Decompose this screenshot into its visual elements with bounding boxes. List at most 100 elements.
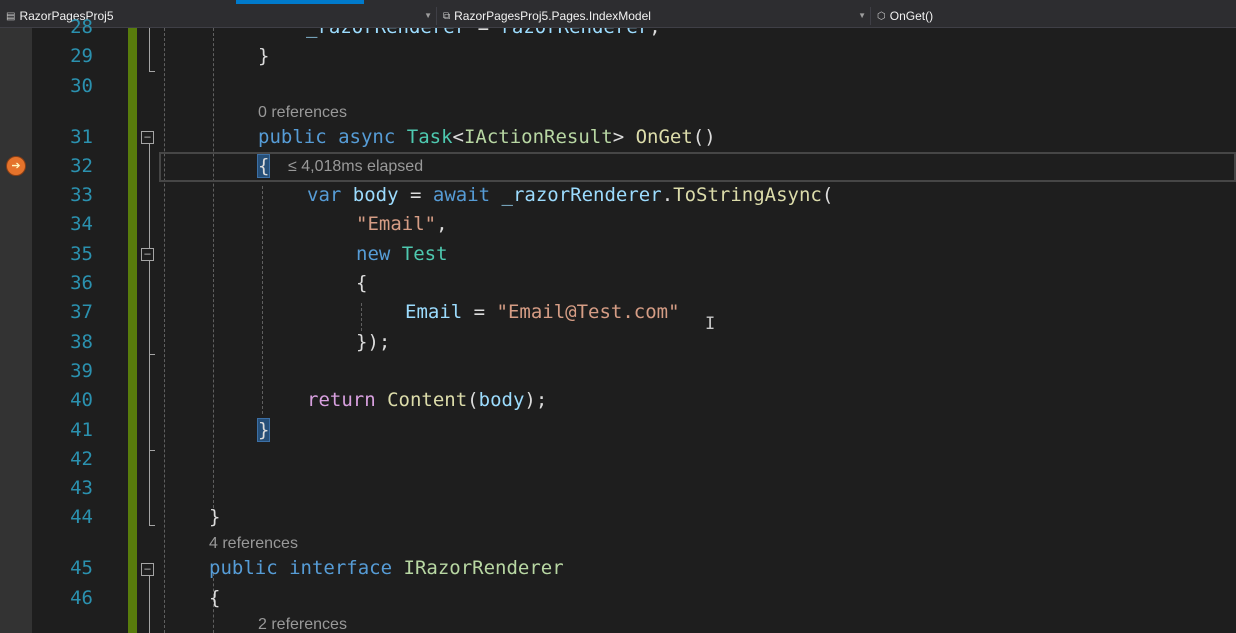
code-token: OnGet bbox=[635, 126, 693, 148]
code-editor[interactable]: _razorRenderer = razorRenderer; } 0 refe… bbox=[157, 28, 1236, 633]
outline-tick bbox=[149, 525, 155, 526]
brace-match-highlight: { bbox=[256, 154, 271, 178]
code-token: IActionResult bbox=[463, 126, 613, 148]
line-number: 35 bbox=[70, 243, 93, 265]
line-number: 33 bbox=[70, 184, 93, 206]
indent-guide bbox=[213, 28, 214, 508]
line-number: 39 bbox=[70, 360, 93, 382]
code-token: Task bbox=[406, 126, 453, 148]
code-token: = bbox=[398, 184, 433, 206]
codelens-references[interactable]: 4 references bbox=[209, 535, 298, 553]
code-token: > bbox=[612, 126, 625, 148]
line-number: 38 bbox=[70, 331, 93, 353]
indicator-margin[interactable] bbox=[0, 28, 32, 633]
line-number: 29 bbox=[70, 45, 93, 67]
line-number: 31 bbox=[70, 126, 93, 148]
chevron-down-icon: ▼ bbox=[424, 11, 432, 20]
line-number: 34 bbox=[70, 213, 93, 235]
outline-line bbox=[149, 144, 150, 450]
code-token: ; bbox=[649, 28, 660, 38]
collapse-toggle-icon[interactable]: − bbox=[141, 563, 154, 576]
code-line-46: { bbox=[209, 587, 221, 609]
method-icon: ⬡ bbox=[877, 10, 886, 22]
code-token: ToStringAsync bbox=[673, 184, 822, 206]
code-token: () bbox=[692, 126, 716, 148]
code-token: ( bbox=[467, 389, 479, 411]
code-token: "Email" bbox=[356, 213, 437, 235]
code-token: new bbox=[356, 243, 391, 265]
line-number: 30 bbox=[70, 75, 93, 97]
code-token: = bbox=[466, 28, 500, 38]
code-token: public bbox=[258, 126, 327, 148]
codelens-references[interactable]: 0 references bbox=[258, 104, 347, 122]
code-line-35: new Test bbox=[356, 244, 448, 264]
code-token: Email bbox=[405, 301, 463, 323]
line-number: 36 bbox=[70, 272, 93, 294]
type-dropdown-label: RazorPagesProj5.Pages.IndexModel bbox=[454, 9, 651, 23]
line-number: 42 bbox=[70, 448, 93, 470]
code-line-34: "Email", bbox=[356, 214, 448, 234]
code-token: public bbox=[209, 557, 278, 579]
code-token: Content bbox=[387, 389, 468, 411]
code-token: Test bbox=[401, 243, 448, 265]
code-token: async bbox=[338, 126, 396, 148]
code-token: . bbox=[661, 184, 674, 206]
code-token: ( bbox=[821, 184, 834, 206]
codelens-references[interactable]: 2 references bbox=[258, 616, 347, 633]
member-dropdown[interactable]: ⬡ OnGet() bbox=[871, 5, 1236, 27]
code-line-44: } bbox=[209, 506, 221, 528]
code-token: body bbox=[478, 389, 525, 411]
code-line-41: } bbox=[256, 418, 271, 442]
code-line-38: }); bbox=[356, 331, 391, 353]
code-token: await bbox=[432, 184, 491, 206]
collapse-toggle-icon[interactable]: − bbox=[141, 248, 154, 261]
code-line-36: { bbox=[356, 272, 368, 294]
code-token: interface bbox=[289, 557, 393, 579]
code-token: var bbox=[307, 184, 342, 206]
line-numbers: 28 29 30 31 32 33 34 35 36 37 38 39 40 4… bbox=[32, 17, 128, 633]
code-line-29: } bbox=[258, 45, 270, 67]
line-number: 40 bbox=[70, 389, 93, 411]
code-line-28: _razorRenderer = razorRenderer; bbox=[306, 28, 661, 37]
code-token: razorRenderer bbox=[500, 28, 649, 38]
line-number: 44 bbox=[70, 506, 93, 528]
code-token: body bbox=[352, 184, 399, 206]
line-number: 43 bbox=[70, 477, 93, 499]
line-number: 46 bbox=[70, 587, 93, 609]
indent-guide bbox=[262, 186, 263, 414]
code-token: IRazorRenderer bbox=[403, 557, 564, 579]
member-dropdown-label: OnGet() bbox=[889, 9, 934, 23]
text-cursor-icon: I bbox=[705, 314, 716, 334]
indent-guide bbox=[164, 28, 165, 633]
active-tab-indicator bbox=[236, 0, 364, 4]
perftip[interactable]: ≤ 4,018ms elapsed bbox=[288, 158, 423, 176]
code-token: "Email@Test.com" bbox=[496, 301, 680, 323]
code-token: < bbox=[452, 126, 464, 148]
code-line-37: Email = "Email@Test.com" bbox=[405, 302, 680, 322]
code-token: return bbox=[307, 389, 376, 411]
outline-tick bbox=[149, 354, 155, 355]
outline-line bbox=[149, 576, 150, 633]
brace-match-highlight: } bbox=[256, 418, 271, 442]
code-line-45: public interface IRazorRenderer bbox=[209, 558, 564, 578]
outline-tick bbox=[149, 71, 155, 72]
collapse-toggle-icon[interactable]: − bbox=[141, 131, 154, 144]
code-token: = bbox=[462, 301, 497, 323]
line-number: 37 bbox=[70, 301, 93, 323]
line-number: 28 bbox=[70, 16, 93, 38]
code-token: ); bbox=[524, 389, 548, 411]
code-line-31: public async Task<IActionResult> OnGet() bbox=[258, 127, 716, 147]
code-line-33: var body = await _razorRenderer.ToString… bbox=[307, 185, 833, 205]
line-number: 41 bbox=[70, 419, 93, 441]
chevron-down-icon: ▼ bbox=[858, 11, 866, 20]
type-dropdown[interactable]: ⧉ RazorPagesProj5.Pages.IndexModel ▼ bbox=[437, 5, 870, 27]
line-number: 45 bbox=[70, 557, 93, 579]
execution-breakpoint-icon[interactable]: ➔ bbox=[6, 156, 26, 176]
indent-guide bbox=[361, 303, 362, 331]
code-token: _razorRenderer bbox=[306, 28, 466, 38]
class-icon: ⧉ bbox=[443, 10, 451, 22]
navigation-bar: ▤ RazorPagesProj5 ▼ ⧉ RazorPagesProj5.Pa… bbox=[0, 5, 1236, 28]
code-token: , bbox=[436, 213, 448, 235]
code-token: _razorRenderer bbox=[501, 184, 662, 206]
outlining-margin: − − − bbox=[137, 28, 157, 633]
